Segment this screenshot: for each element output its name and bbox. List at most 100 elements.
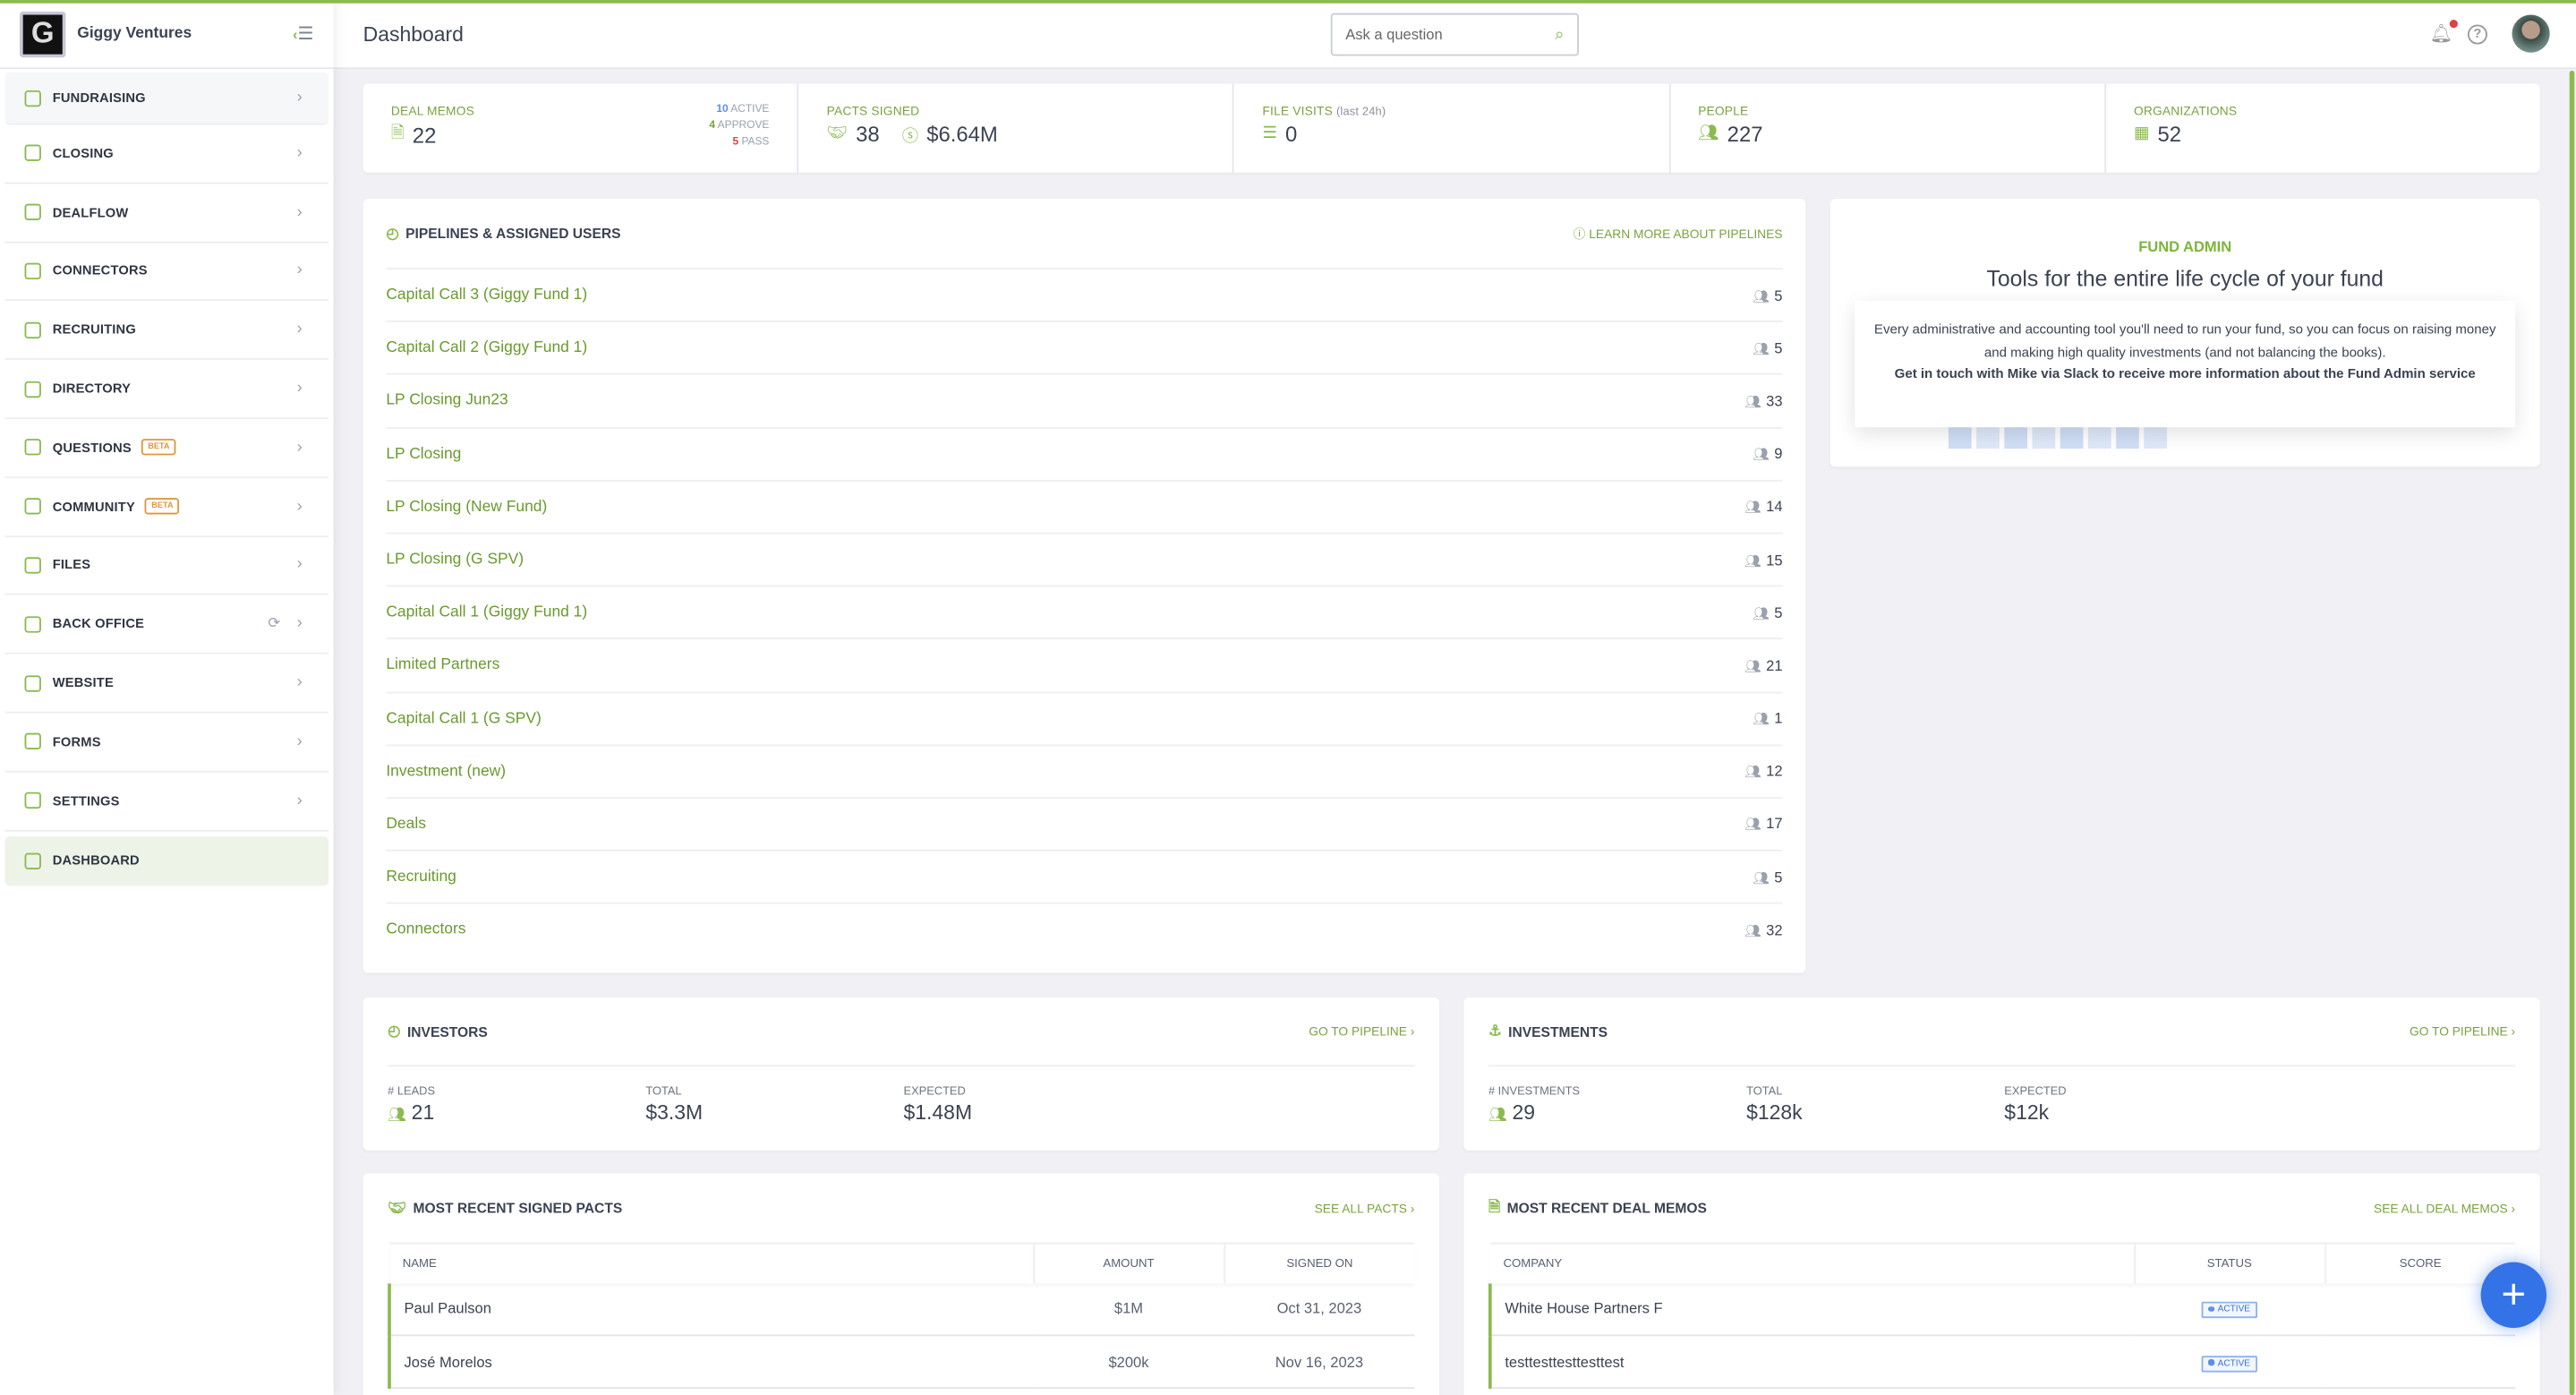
assigned-users: 👥︎ 33 (1744, 393, 1783, 409)
users-icon: 👥︎ (388, 1106, 407, 1123)
pipeline-row[interactable]: Capital Call 3 (Giggy Fund 1) 👥︎ 5 (386, 268, 1783, 321)
memo-breakdown: 10 ACTIVE 4 APPROVE 5 PASS (709, 102, 769, 151)
pipeline-row[interactable]: Deals 👥︎ 17 (386, 796, 1783, 850)
pipeline-name[interactable]: Capital Call 1 (G SPV) (386, 709, 541, 727)
sidebar-item-label: WEBSITE (52, 675, 114, 691)
stat-deal-memos[interactable]: DEAL MEMOS 🗎 22 10 ACTIVE 4 APPROVE 5 PAS… (363, 83, 799, 173)
chevron-right-icon: › (296, 321, 303, 339)
sidebar-item-fundraising[interactable]: FUNDRAISING › (4, 72, 329, 125)
users-icon: 👥︎ (1744, 658, 1761, 674)
user-count: 33 (1766, 392, 1783, 409)
see-all-pacts-link[interactable]: SEE ALL PACTS › (1315, 1201, 1415, 1216)
scrollbar[interactable] (2569, 70, 2575, 1395)
help-icon[interactable]: ? (2467, 23, 2487, 44)
search-icon[interactable]: ⌕ (1555, 25, 1564, 43)
pipeline-name[interactable]: Investment (new) (386, 762, 506, 780)
bell-icon[interactable]: 🔔︎ (2430, 20, 2458, 45)
pipeline-row[interactable]: Connectors 👥︎ 32 (386, 903, 1783, 955)
pipeline-row[interactable]: Capital Call 1 (Giggy Fund 1) 👥︎ 5 (386, 585, 1783, 638)
table-row[interactable]: White House Partners F ACTIVE (1488, 1282, 2516, 1337)
learn-more-pipelines-link[interactable]: ⓘ LEARN MORE ABOUT PIPELINES (1574, 225, 1783, 243)
table-row[interactable]: testtesttesttesttest ACTIVE (1488, 1335, 2516, 1389)
users-icon: 👥︎ (1753, 605, 1770, 621)
avatar[interactable] (2512, 14, 2550, 53)
users-icon: 👥︎ (1753, 341, 1770, 356)
column-header-signed-on[interactable]: SIGNED ON (1223, 1242, 1415, 1283)
go-to-investments-pipeline-link[interactable]: GO TO PIPELINE › (2410, 1024, 2515, 1040)
assigned-users: 👥︎ 5 (1753, 869, 1782, 885)
pipeline-row[interactable]: LP Closing (New Fund) 👥︎ 14 (386, 479, 1783, 533)
directory-icon (24, 381, 41, 398)
chevron-right-icon: › (296, 673, 303, 692)
metric-label: # LEADS (388, 1086, 436, 1099)
sidebar-item-label: DASHBOARD (52, 852, 140, 869)
approve-count: 4 (709, 119, 716, 132)
pipeline-name[interactable]: LP Closing (New Fund) (386, 498, 547, 516)
add-fab-button[interactable]: + (2480, 1262, 2547, 1329)
top-accent-line (0, 0, 2576, 4)
beta-badge: BETA (144, 498, 180, 515)
status-label: ACTIVE (2217, 1305, 2251, 1315)
sidebar-item-connectors[interactable]: CONNECTORS › (4, 243, 329, 302)
sidebar-item-back-office[interactable]: BACK OFFICE ⟳ › (4, 595, 329, 655)
table-row[interactable]: José Morelos $200k Nov 16, 2023 (388, 1335, 1415, 1389)
pipeline-name[interactable]: Deals (386, 815, 426, 833)
user-count: 17 (1766, 816, 1783, 833)
column-header-name[interactable]: NAME (389, 1242, 1034, 1283)
stat-file-visits[interactable]: FILE VISITS (last 24h) ☰ 0 (1234, 83, 1670, 173)
pipeline-row[interactable]: LP Closing 👥︎ 9 (386, 426, 1783, 479)
fund-admin-cta: Get in touch with Mike via Slack to rece… (1894, 366, 2476, 381)
pipeline-name[interactable]: Capital Call 3 (Giggy Fund 1) (386, 287, 587, 304)
back-office-icon (24, 615, 41, 633)
pipeline-name[interactable]: LP Closing (G SPV) (386, 551, 524, 569)
column-header-company[interactable]: COMPANY (1489, 1242, 2135, 1283)
pipeline-name[interactable]: Capital Call 2 (Giggy Fund 1) (386, 339, 587, 357)
search-input[interactable]: Ask a question ⌕ (1330, 13, 1579, 56)
pipeline-name[interactable]: Recruiting (386, 868, 456, 886)
section-title: PIPELINES & ASSIGNED USERS (405, 225, 621, 242)
pipeline-row[interactable]: Capital Call 2 (Giggy Fund 1) 👥︎ 5 (386, 321, 1783, 373)
stat-pacts-signed[interactable]: PACTS SIGNED 🤝︎ 38 ⓢ $6.64M (798, 83, 1235, 173)
sidebar-item-directory[interactable]: DIRECTORY › (4, 360, 329, 420)
sidebar-item-questions[interactable]: QUESTIONS BETA › (4, 419, 329, 478)
recent-deal-memos-card: 🗎 MOST RECENT DEAL MEMOS SEE ALL DEAL MEM… (1463, 1173, 2540, 1395)
sidebar-item-closing[interactable]: CLOSING › (4, 124, 329, 184)
pipeline-row[interactable]: LP Closing Jun23 👥︎ 33 (386, 373, 1783, 426)
column-header-status[interactable]: STATUS (2133, 1242, 2325, 1283)
handshake-icon: 🤝︎ (826, 124, 848, 143)
form-icon (24, 733, 41, 750)
metric-label: EXPECTED (903, 1086, 966, 1099)
stat-people[interactable]: PEOPLE 👥︎ 227 (1670, 83, 2106, 173)
sidebar-item-recruiting[interactable]: RECRUITING › (4, 302, 329, 361)
pipeline-row[interactable]: Recruiting 👥︎ 5 (386, 850, 1783, 903)
users-icon: 👥︎ (1744, 765, 1761, 780)
column-header-amount[interactable]: AMOUNT (1032, 1242, 1224, 1283)
stat-organizations[interactable]: ORGANIZATIONS ▦ 52 (2106, 84, 2540, 173)
sidebar-item-dashboard[interactable]: DASHBOARD (4, 835, 329, 886)
pipeline-row[interactable]: Investment (new) 👥︎ 12 (386, 743, 1783, 797)
pipeline-name[interactable]: Connectors (386, 921, 465, 939)
pipeline-name[interactable]: Capital Call 1 (Giggy Fund 1) (386, 603, 587, 621)
sidebar-item-community[interactable]: COMMUNITY BETA › (4, 478, 329, 537)
logo[interactable]: G (20, 10, 66, 57)
pipeline-row[interactable]: LP Closing (G SPV) 👥︎ 15 (386, 532, 1783, 586)
pipeline-row[interactable]: Limited Partners 👥︎ 21 (386, 638, 1783, 691)
table-row[interactable]: Paul Paulson $1M Oct 31, 2023 (388, 1282, 1415, 1337)
see-all-deal-memos-link[interactable]: SEE ALL DEAL MEMOS › (2374, 1201, 2515, 1216)
chevron-right-icon: › (296, 261, 303, 280)
user-count: 5 (1774, 603, 1783, 621)
sidebar-item-files[interactable]: FILES › (4, 536, 329, 596)
briefcase-icon (24, 321, 41, 338)
pipeline-row[interactable]: Capital Call 1 (G SPV) 👥︎ 1 (386, 690, 1783, 744)
sidebar-item-forms[interactable]: FORMS › (4, 714, 329, 773)
sync-icon[interactable]: ⟳ (268, 615, 280, 633)
sidebar-item-settings[interactable]: SETTINGS › (4, 772, 329, 831)
pipeline-name[interactable]: LP Closing Jun23 (386, 392, 508, 410)
collapse-sidebar-icon[interactable]: ‹☰ (293, 23, 314, 45)
sidebar-item-website[interactable]: WEBSITE › (4, 655, 329, 714)
pipeline-name[interactable]: Limited Partners (386, 656, 499, 674)
sidebar-item-dealflow[interactable]: DEALFLOW › (4, 184, 329, 243)
go-to-investors-pipeline-link[interactable]: GO TO PIPELINE › (1309, 1024, 1414, 1040)
pipeline-icon: ◴ (386, 224, 399, 241)
pipeline-name[interactable]: LP Closing (386, 445, 461, 463)
